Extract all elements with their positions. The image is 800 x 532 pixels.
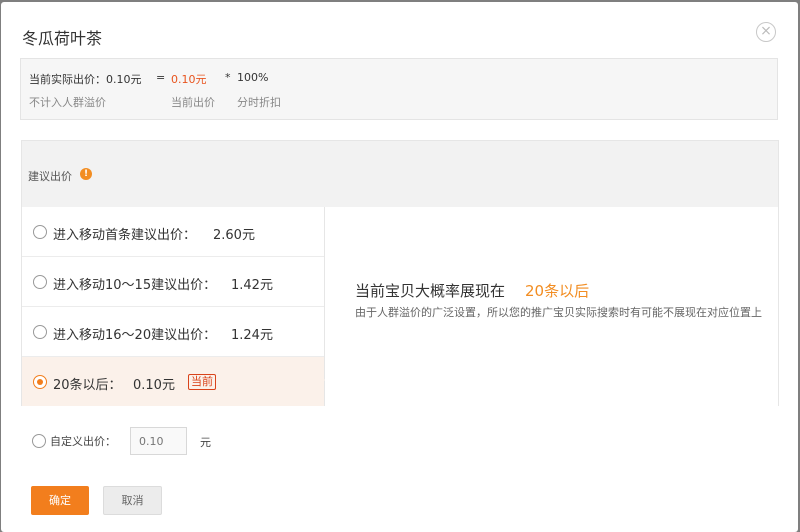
option-label: 进入移动10～15建议出价： <box>53 278 217 293</box>
suggested-bid-header: 建议出价 ! <box>21 140 779 208</box>
bid-summary: 当前实际出价：0.10元 = 0.10元 * 100% 不计入人群溢价 当前出价… <box>20 58 778 120</box>
radio-first-position[interactable] <box>33 225 47 239</box>
option-position-16-20[interactable]: 进入移动16～20建议出价： 1.24元 <box>22 307 325 357</box>
option-value: 2.60元 <box>213 228 255 243</box>
cancel-button[interactable]: 取消 <box>103 486 162 515</box>
custom-bid-unit: 元 <box>200 436 211 449</box>
position-detail-panel: 当前宝贝大概率展现在 20条以后 由于人群溢价的广泛设置，所以您的推广宝贝实际搜… <box>324 207 779 406</box>
position-note: 由于人群溢价的广泛设置，所以您的推广宝贝实际搜索时有可能不展现在对应位置上 <box>355 306 762 319</box>
times-sign: * <box>225 71 231 84</box>
time-discount-note: 分时折扣 <box>237 96 281 109</box>
suggested-bid-label: 建议出价 <box>28 170 72 183</box>
position-headline: 当前宝贝大概率展现在 <box>355 282 506 300</box>
exclude-crowd-note: 不计入人群溢价 <box>29 96 106 109</box>
option-after-20[interactable]: 20条以后： 0.10元 当前 <box>22 357 325 406</box>
radio-position-10-15[interactable] <box>33 275 47 289</box>
position-headline-emphasis: 20条以后 <box>525 282 590 300</box>
option-value: 1.42元 <box>231 278 273 293</box>
radio-position-16-20[interactable] <box>33 325 47 339</box>
equals-sign: = <box>156 71 166 84</box>
custom-bid-input[interactable] <box>130 427 187 455</box>
time-discount-value: 100% <box>237 71 269 84</box>
current-bid-note: 当前出价 <box>171 96 215 109</box>
option-label: 20条以后： <box>53 378 122 393</box>
option-first-position[interactable]: 进入移动首条建议出价： 2.60元 <box>22 207 325 257</box>
bid-options: 进入移动首条建议出价： 2.60元 进入移动10～15建议出价： 1.42元 进… <box>21 207 325 406</box>
close-icon[interactable]: ⨯ <box>756 22 776 42</box>
dialog-title: 冬瓜荷叶茶 <box>22 29 103 48</box>
option-value: 0.10元 <box>133 378 175 393</box>
current-badge: 当前 <box>188 374 216 390</box>
custom-bid-label: 自定义出价： <box>50 435 116 448</box>
option-value: 1.24元 <box>231 328 273 343</box>
actual-bid-label: 当前实际出价：0.10元 <box>29 73 142 86</box>
info-icon[interactable]: ! <box>80 168 92 180</box>
option-label: 进入移动首条建议出价： <box>53 228 197 243</box>
radio-after-20[interactable] <box>33 375 47 389</box>
bid-dialog: 冬瓜荷叶茶 ⨯ 当前实际出价：0.10元 = 0.10元 * 100% 不计入人… <box>1 2 798 532</box>
radio-custom-bid[interactable] <box>32 434 46 448</box>
option-position-10-15[interactable]: 进入移动10～15建议出价： 1.42元 <box>22 257 325 307</box>
option-label: 进入移动16～20建议出价： <box>53 328 217 343</box>
current-bid-value: 0.10元 <box>171 73 207 86</box>
confirm-button[interactable]: 确定 <box>31 486 89 515</box>
selected-option-pointer <box>317 372 325 388</box>
